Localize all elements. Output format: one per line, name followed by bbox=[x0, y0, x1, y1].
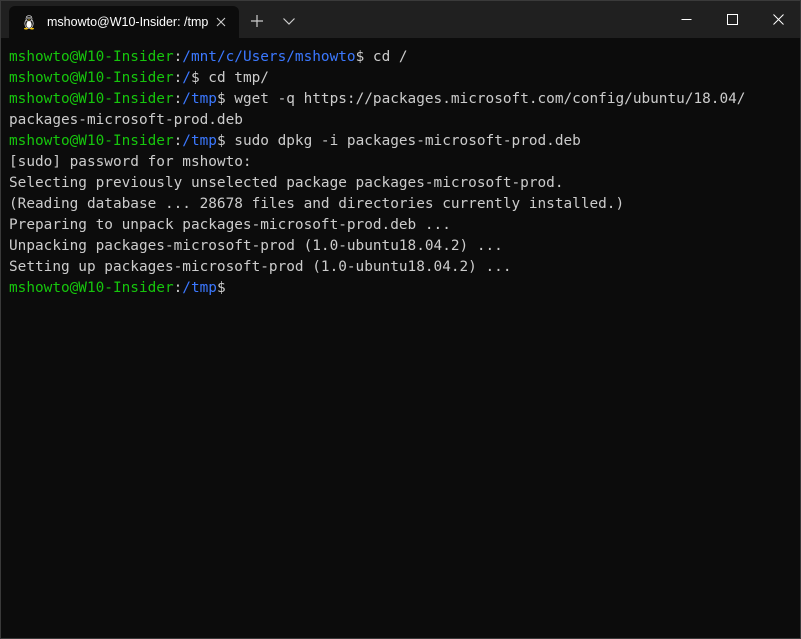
close-window-button[interactable] bbox=[755, 1, 801, 38]
tab-close-button[interactable] bbox=[213, 14, 229, 30]
minimize-button[interactable] bbox=[663, 1, 709, 38]
terminal-line: mshowto@W10-Insider:/tmp$ sudo dpkg -i p… bbox=[9, 131, 800, 152]
terminal-line: mshowto@W10-Insider:/$ cd tmp/ bbox=[9, 68, 800, 89]
terminal-line: mshowto@W10-Insider:/tmp$ wget -q https:… bbox=[9, 89, 800, 110]
prompt-user-host: mshowto@W10-Insider bbox=[9, 49, 174, 65]
linux-penguin-icon bbox=[21, 14, 37, 30]
terminal-line: mshowto@W10-Insider:/mnt/c/Users/mshowto… bbox=[9, 47, 800, 68]
plus-icon bbox=[251, 15, 263, 27]
new-tab-button[interactable] bbox=[246, 11, 268, 31]
prompt-path: /mnt/c/Users/mshowto bbox=[182, 49, 356, 65]
output-text: [sudo] password for mshowto: bbox=[9, 154, 252, 170]
terminal-line: [sudo] password for mshowto: bbox=[9, 152, 800, 173]
prompt-user-host: mshowto@W10-Insider bbox=[9, 280, 174, 296]
command-text: $ bbox=[216, 280, 226, 296]
command-text: $ wget -q https://packages.microsoft.com… bbox=[216, 91, 746, 107]
terminal-line: Unpacking packages-microsoft-prod (1.0-u… bbox=[9, 236, 800, 257]
terminal-line: Setting up packages-microsoft-prod (1.0-… bbox=[9, 257, 800, 278]
prompt-path: /tmp bbox=[182, 133, 217, 149]
close-icon bbox=[772, 14, 784, 25]
terminal-output[interactable]: mshowto@W10-Insider:/mnt/c/Users/mshowto… bbox=[9, 47, 800, 299]
close-icon bbox=[216, 17, 226, 27]
command-text: $ cd / bbox=[355, 49, 408, 65]
chevron-down-icon bbox=[283, 18, 295, 25]
output-text: (Reading database ... 28678 files and di… bbox=[9, 196, 625, 212]
prompt-separator: : bbox=[173, 133, 183, 149]
terminal-line: (Reading database ... 28678 files and di… bbox=[9, 194, 800, 215]
prompt-separator: : bbox=[173, 280, 183, 296]
terminal-line: Selecting previously unselected package … bbox=[9, 173, 800, 194]
command-text: $ sudo dpkg -i packages-microsoft-prod.d… bbox=[216, 133, 581, 149]
terminal-line: packages-microsoft-prod.deb bbox=[9, 110, 800, 131]
prompt-path: /tmp bbox=[182, 280, 217, 296]
output-text: Preparing to unpack packages-microsoft-p… bbox=[9, 217, 451, 233]
output-text: packages-microsoft-prod.deb bbox=[9, 112, 243, 128]
maximize-icon bbox=[726, 14, 738, 25]
profile-dropdown-button[interactable] bbox=[278, 11, 300, 31]
output-text: Unpacking packages-microsoft-prod (1.0-u… bbox=[9, 238, 503, 254]
title-bar[interactable]: mshowto@W10-Insider: /tmp bbox=[1, 1, 800, 38]
prompt-path: /tmp bbox=[182, 91, 217, 107]
prompt-user-host: mshowto@W10-Insider bbox=[9, 70, 174, 86]
terminal-line: Preparing to unpack packages-microsoft-p… bbox=[9, 215, 800, 236]
maximize-button[interactable] bbox=[709, 1, 755, 38]
prompt-path: / bbox=[182, 70, 191, 86]
tab-title: mshowto@W10-Insider: /tmp bbox=[47, 15, 209, 29]
prompt-separator: : bbox=[173, 70, 183, 86]
minimize-icon bbox=[681, 19, 691, 20]
output-text: Selecting previously unselected package … bbox=[9, 175, 564, 191]
prompt-user-host: mshowto@W10-Insider bbox=[9, 133, 174, 149]
terminal-window: mshowto@W10-Insider: /tmp mshowto@W10-In… bbox=[0, 0, 801, 639]
tab-terminal[interactable]: mshowto@W10-Insider: /tmp bbox=[9, 6, 239, 38]
output-text: Setting up packages-microsoft-prod (1.0-… bbox=[9, 259, 512, 275]
prompt-user-host: mshowto@W10-Insider bbox=[9, 91, 174, 107]
prompt-separator: : bbox=[173, 91, 183, 107]
command-text: $ cd tmp/ bbox=[190, 70, 269, 86]
terminal-line: mshowto@W10-Insider:/tmp$ bbox=[9, 278, 800, 299]
prompt-separator: : bbox=[173, 49, 183, 65]
